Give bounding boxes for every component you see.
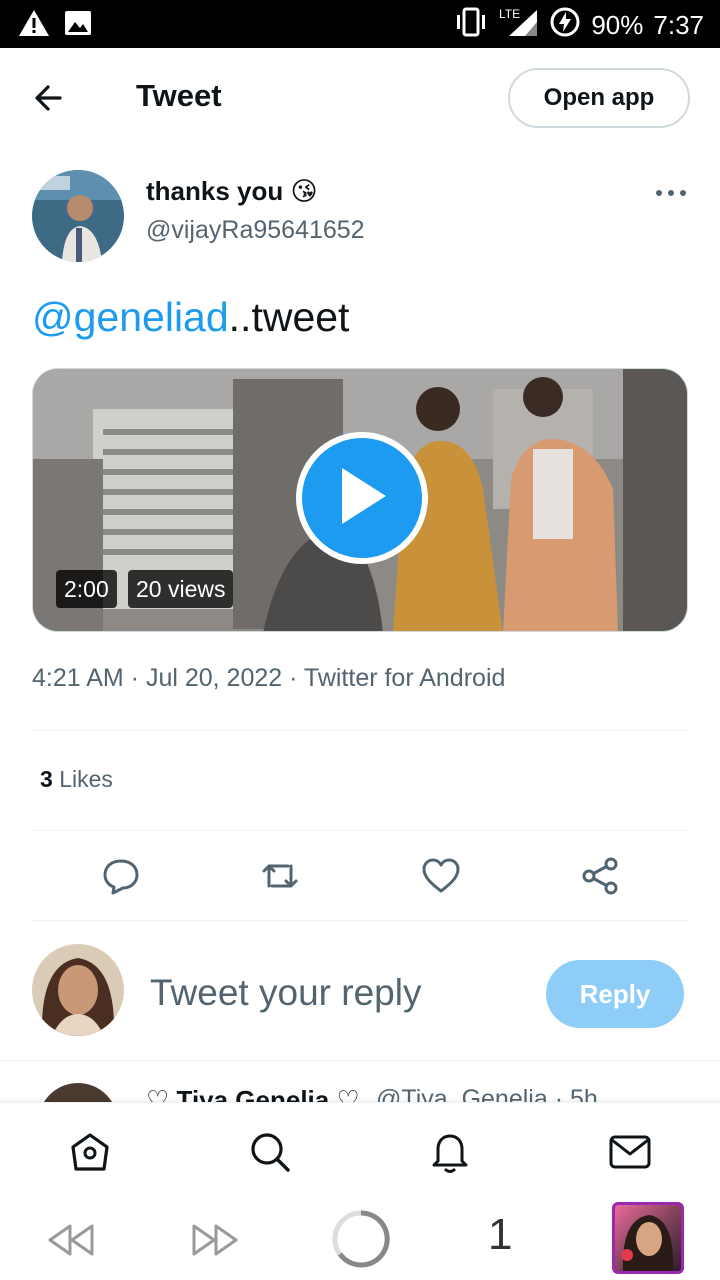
home-icon[interactable] bbox=[67, 1129, 113, 1175]
top-app-bar: Tweet Open app bbox=[0, 48, 720, 148]
divider bbox=[32, 830, 688, 831]
forward-icon[interactable] bbox=[190, 1214, 242, 1266]
next-tweet-author-handle[interactable]: @Tiya_Genelia · 5h bbox=[376, 1085, 598, 1102]
reply-button[interactable]: Reply bbox=[546, 960, 684, 1028]
battery-charging-icon bbox=[549, 6, 581, 45]
video-views-badge: 20 views bbox=[128, 570, 234, 608]
notifications-bell-icon[interactable] bbox=[427, 1129, 473, 1175]
messages-mail-icon[interactable] bbox=[607, 1129, 653, 1175]
clock: 7:37 bbox=[653, 10, 704, 40]
tweet-body: ..tweet bbox=[228, 294, 350, 340]
more-options-icon[interactable] bbox=[654, 180, 688, 206]
tweet-timestamp[interactable]: 4:21 AM · Jul 20, 2022 · Twitter for And… bbox=[32, 664, 505, 693]
retweet-icon[interactable] bbox=[260, 856, 300, 896]
divider bbox=[32, 730, 688, 731]
next-tweet-author-name[interactable]: ♡ Tiya Genelia ♡ bbox=[146, 1085, 360, 1102]
mention-link[interactable]: @geneliad bbox=[32, 294, 229, 340]
status-bar: LTE 90% 7:37 bbox=[0, 0, 720, 48]
reply-icon[interactable] bbox=[101, 856, 141, 896]
signal-icon: LTE bbox=[499, 6, 539, 45]
image-notification-icon bbox=[64, 8, 92, 43]
svg-text:LTE: LTE bbox=[499, 7, 520, 21]
browser-toolbar: 1 bbox=[0, 1200, 720, 1280]
tweet-text: @geneliad..tweet bbox=[32, 294, 349, 341]
bottom-navigation bbox=[0, 1102, 720, 1200]
vibrate-icon bbox=[453, 7, 489, 44]
page-title: Tweet bbox=[136, 78, 222, 113]
author-avatar[interactable] bbox=[32, 170, 124, 262]
next-tweet-avatar[interactable] bbox=[38, 1083, 118, 1102]
loading-spinner-icon[interactable] bbox=[330, 1208, 392, 1270]
tab-thumbnail[interactable] bbox=[612, 1202, 684, 1274]
reply-input[interactable]: Tweet your reply bbox=[150, 972, 421, 1014]
current-user-avatar bbox=[32, 944, 124, 1036]
play-icon bbox=[336, 466, 388, 531]
video-duration-badge: 2:00 bbox=[56, 570, 117, 608]
next-tweet[interactable]: ♡ Tiya Genelia ♡ @Tiya_Genelia · 5h bbox=[0, 1060, 720, 1102]
author-handle[interactable]: @vijayRa95641652 bbox=[146, 216, 365, 245]
warning-icon bbox=[18, 8, 50, 43]
rewind-back-icon[interactable] bbox=[44, 1214, 96, 1266]
play-button[interactable] bbox=[296, 432, 428, 564]
divider bbox=[32, 920, 688, 921]
kiss-emoji: 😘 bbox=[290, 176, 318, 206]
open-app-button[interactable]: Open app bbox=[508, 68, 690, 128]
like-heart-icon[interactable] bbox=[421, 856, 461, 896]
search-icon[interactable] bbox=[247, 1129, 293, 1175]
back-arrow-icon[interactable] bbox=[30, 78, 70, 118]
share-icon[interactable] bbox=[581, 856, 621, 896]
author-name[interactable]: thanks you 😘 bbox=[146, 176, 318, 207]
likes-count[interactable]: 3 Likes bbox=[40, 766, 113, 793]
tab-count[interactable]: 1 bbox=[488, 1210, 512, 1260]
battery-percent: 90% bbox=[591, 10, 644, 40]
